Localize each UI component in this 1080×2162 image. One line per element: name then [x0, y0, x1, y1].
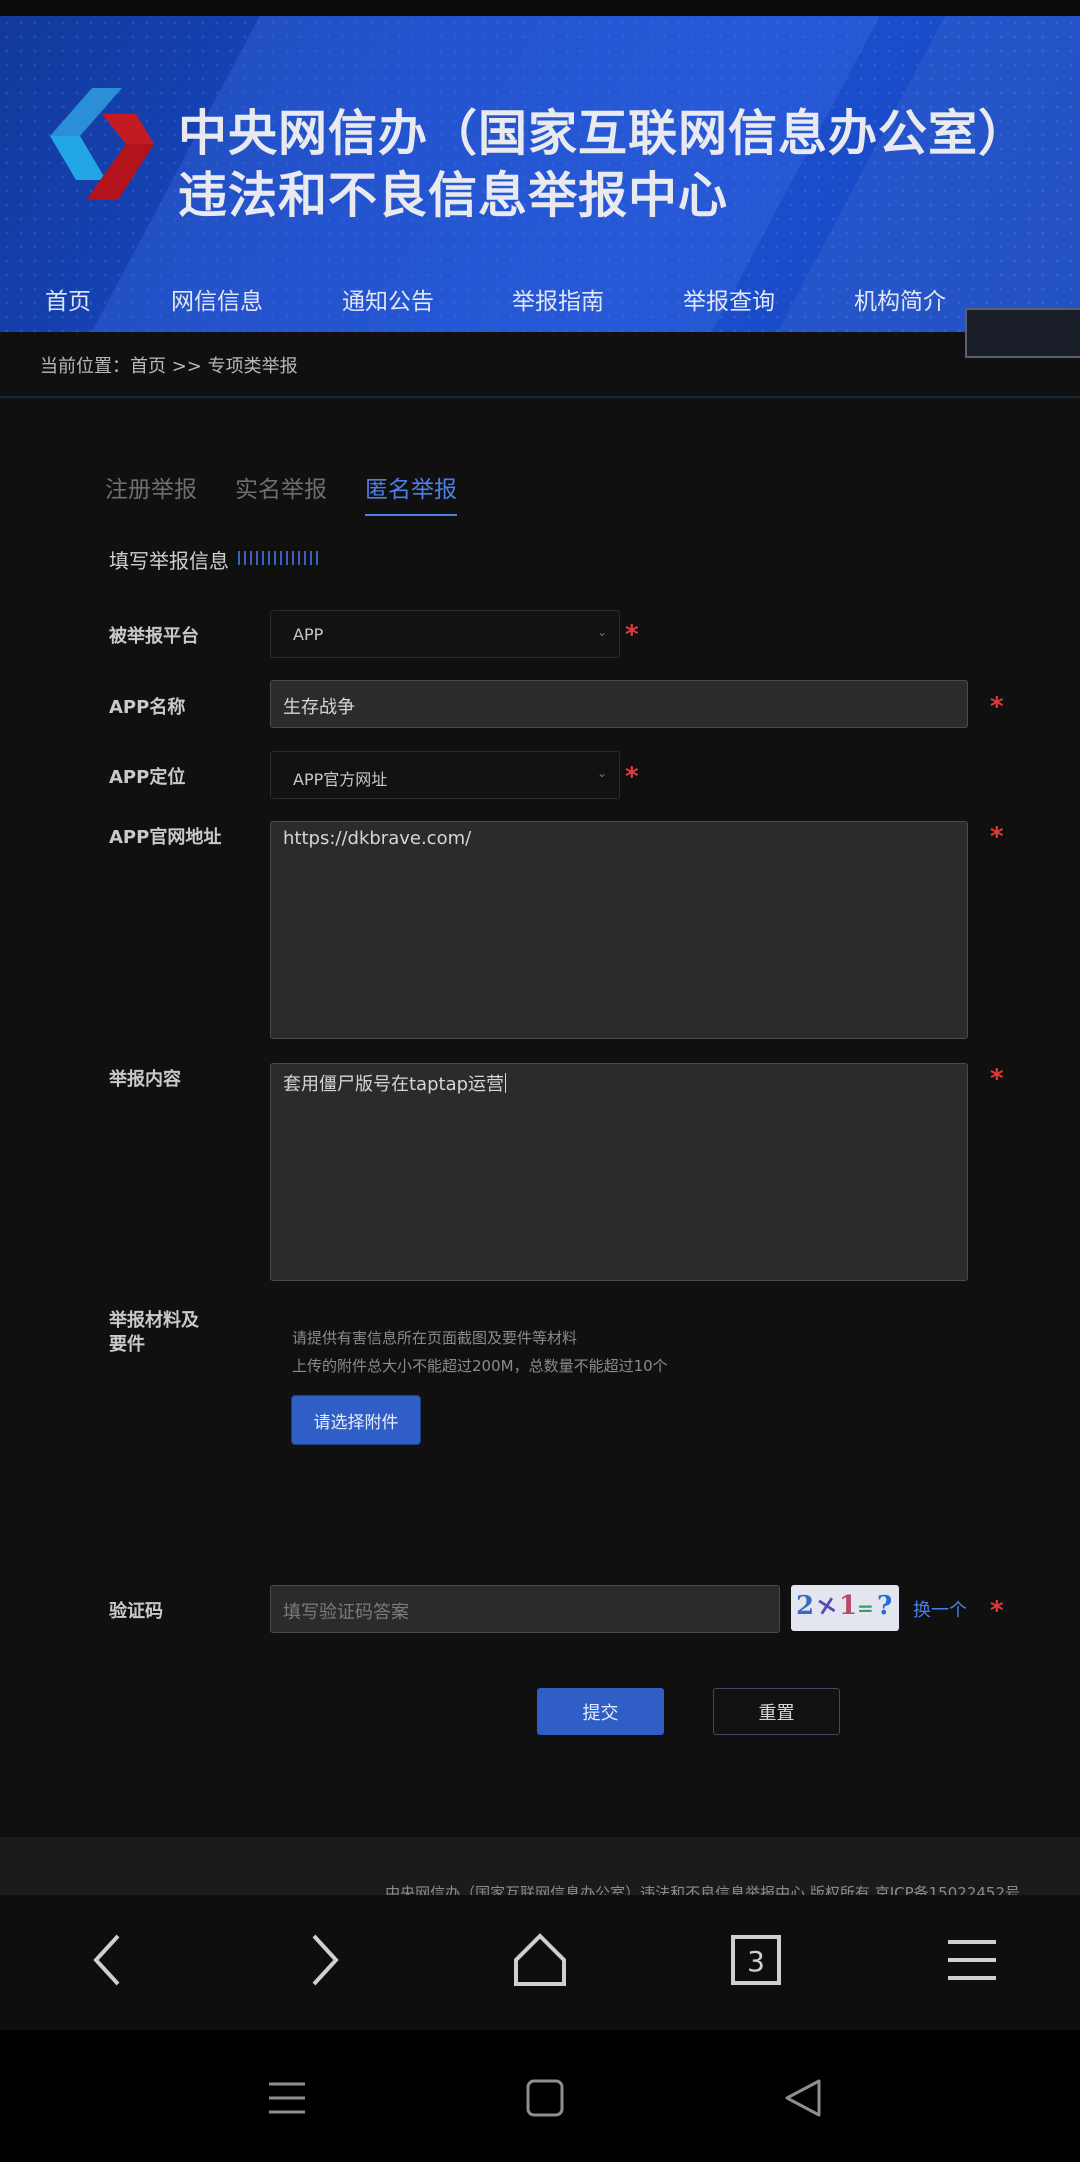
header-banner: 中央网信办（国家互联网信息办公室） 违法和不良信息举报中心 首页 网信信息 通知…: [0, 16, 1080, 332]
materials-label-line1: 举报材料及: [109, 1310, 199, 1331]
materials-hint-1: 请提供有害信息所在页面截图及要件等材料: [292, 1329, 578, 1347]
tabs-button[interactable]: 3: [716, 1925, 796, 1995]
content-value: 套用僵尸版号在taptap运营: [283, 1073, 507, 1095]
captcha-placeholder: 填写验证码答案: [283, 1602, 409, 1623]
menu-icon: [948, 1940, 996, 1980]
divider: [0, 396, 1080, 398]
tab-count-icon: 3: [731, 1935, 781, 1985]
app-name-value: 生存战争: [283, 697, 355, 718]
system-nav-bar: [0, 2030, 1080, 2162]
home-icon: [514, 1933, 566, 1986]
required-mark: *: [625, 620, 639, 650]
nav-guide[interactable]: 举报指南: [512, 282, 604, 316]
required-mark: *: [990, 1596, 1004, 1626]
home-button[interactable]: [500, 1925, 580, 1995]
chevron-right-icon: [312, 1934, 339, 1986]
captcha-label: 验证码: [109, 1601, 163, 1622]
nav-home[interactable]: 首页: [45, 282, 91, 316]
content-textarea[interactable]: 套用僵尸版号在taptap运营: [270, 1063, 968, 1281]
app-url-label: APP官网地址: [109, 827, 222, 848]
site-title-line2: 违法和不良信息举报中心: [178, 167, 729, 224]
required-mark: *: [990, 1064, 1004, 1094]
chevron-down-icon: ⌄: [596, 766, 607, 780]
materials-hint-2: 上传的附件总大小不能超过200M，总数量不能超过10个: [292, 1357, 668, 1375]
logo-icon: [50, 88, 154, 200]
app-locate-label: APP定位: [109, 767, 186, 788]
system-home-button[interactable]: [510, 2068, 580, 2128]
app-locate-value: APP官方网址: [293, 770, 388, 789]
nav-news[interactable]: 网信信息: [171, 282, 263, 316]
nav-query[interactable]: 举报查询: [683, 282, 775, 316]
nav-notices[interactable]: 通知公告: [342, 282, 434, 316]
reset-button[interactable]: 重置: [713, 1688, 840, 1735]
required-mark: *: [990, 692, 1004, 722]
back-button[interactable]: [68, 1925, 148, 1995]
recent-apps-icon: [269, 2082, 305, 2114]
tab-anonymous-report[interactable]: 匿名举报: [365, 470, 457, 516]
tab-realname-report[interactable]: 实名举报: [235, 470, 327, 504]
required-mark: *: [625, 762, 639, 792]
breadcrumb: 当前位置：首页 >> 专项类举报: [40, 356, 298, 377]
app-url-textarea[interactable]: https://dkbrave.com/: [270, 821, 968, 1039]
captcha-refresh-link[interactable]: 换一个: [913, 1596, 967, 1622]
tab-register-report[interactable]: 注册举报: [105, 470, 197, 504]
captcha-image[interactable]: 2 × 1 = ?: [791, 1585, 899, 1631]
menu-button[interactable]: [932, 1925, 1012, 1995]
status-strip: [0, 0, 1080, 16]
materials-label-line2: 要件: [109, 1334, 145, 1355]
app-url-value: https://dkbrave.com/: [283, 828, 472, 849]
section-decoration: [238, 551, 320, 565]
chevron-left-icon: [93, 1934, 120, 1986]
choose-attachment-button[interactable]: 请选择附件: [292, 1396, 420, 1444]
system-back-button[interactable]: [768, 2068, 838, 2128]
captcha-input[interactable]: 填写验证码答案: [270, 1585, 780, 1633]
content-label: 举报内容: [109, 1069, 181, 1090]
site-title-line1: 中央网信办（国家互联网信息办公室）: [178, 105, 1029, 162]
nav-about[interactable]: 机构简介: [854, 282, 946, 316]
triangle-back-icon: [785, 2079, 821, 2117]
app-name-label: APP名称: [109, 697, 186, 718]
app-locate-select[interactable]: APP官方网址 ⌄: [270, 751, 620, 799]
square-home-icon: [526, 2079, 564, 2117]
forward-button[interactable]: [284, 1925, 364, 1995]
submit-button[interactable]: 提交: [537, 1688, 664, 1735]
platform-select[interactable]: APP ⌄: [270, 610, 620, 658]
platform-value: APP: [293, 625, 324, 644]
required-mark: *: [990, 822, 1004, 852]
chevron-down-icon: ⌄: [596, 625, 607, 639]
platform-label: 被举报平台: [109, 626, 199, 647]
section-title: 填写举报信息: [109, 549, 229, 573]
recent-apps-button[interactable]: [252, 2068, 322, 2128]
app-name-input[interactable]: 生存战争: [270, 680, 968, 728]
browser-toolbar: 3: [0, 1895, 1080, 2030]
main-nav: 首页 网信信息 通知公告 举报指南 举报查询 机构简介: [0, 282, 1080, 322]
side-widget[interactable]: [965, 308, 1080, 358]
svg-text:3: 3: [747, 1945, 765, 1978]
footer: 中央网信办（国家互联网信息办公室）违法和不良信息举报中心 版权所有 京ICP备1…: [0, 1837, 1080, 1902]
